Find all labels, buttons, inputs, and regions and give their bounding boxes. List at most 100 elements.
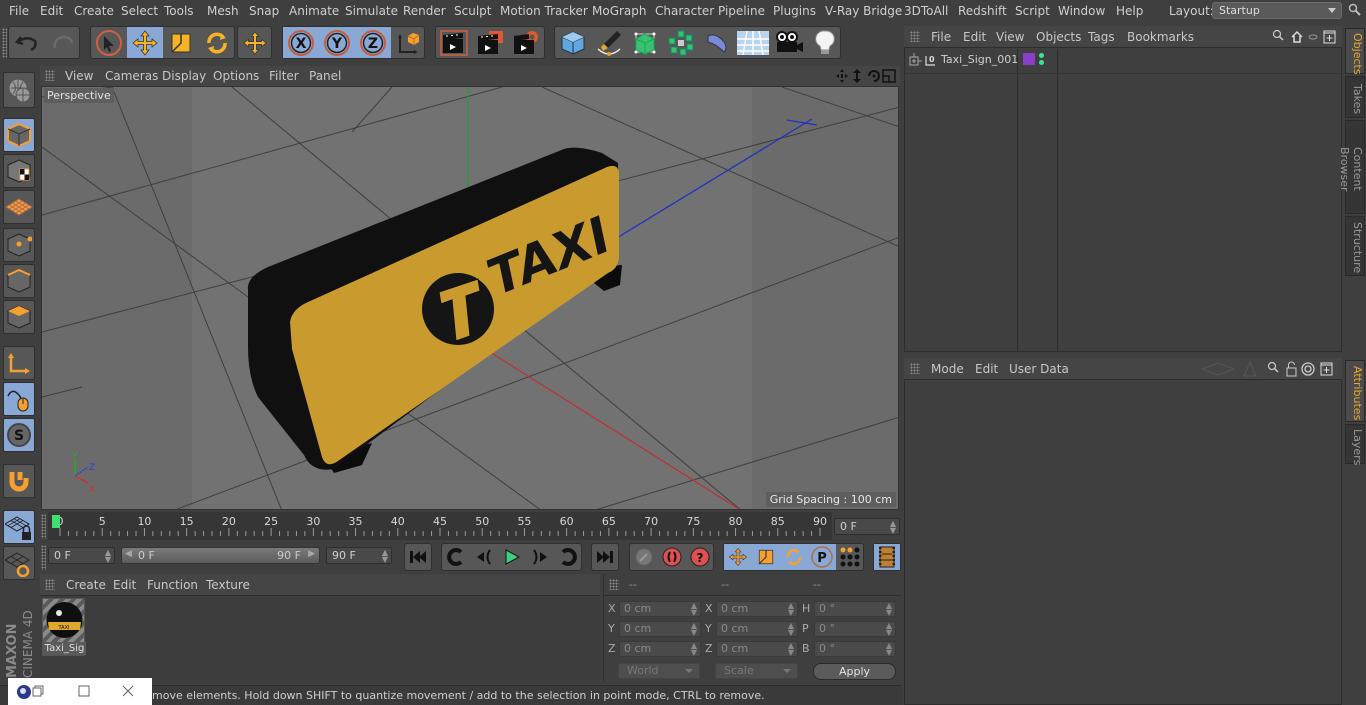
menu-plugins[interactable]: Plugins <box>773 4 816 18</box>
toolbar-grip[interactable] <box>2 28 7 58</box>
range-right-arrow-icon[interactable]: ▶ <box>308 549 315 559</box>
workplane-mode-button[interactable] <box>3 190 35 224</box>
cube-button[interactable] <box>555 27 591 58</box>
objects-menu-view[interactable]: View <box>996 30 1024 44</box>
menu-redshift[interactable]: Redshift <box>958 4 1007 18</box>
playback-grip[interactable] <box>41 545 46 570</box>
panel-grip[interactable] <box>910 31 920 42</box>
coordinate-space-dropdown[interactable]: World <box>618 663 700 679</box>
minimized-window[interactable] <box>8 678 152 705</box>
floor-button[interactable] <box>735 27 771 58</box>
menu-render[interactable]: Render <box>403 4 446 18</box>
position-field[interactable]: 0 cm ▲ ▼ <box>619 641 701 657</box>
x-axis-lock-button[interactable]: X <box>283 27 319 58</box>
play-button[interactable] <box>498 544 526 570</box>
undo-button[interactable] <box>9 27 45 58</box>
workplane-align-button[interactable] <box>3 546 35 580</box>
material-menu-edit[interactable]: Edit <box>113 578 136 592</box>
axis-mode-button[interactable] <box>3 346 35 380</box>
size-field[interactable]: 0 cm ▲ ▼ <box>716 641 798 657</box>
render-settings-button[interactable] <box>508 27 544 58</box>
expand-icon[interactable] <box>909 53 922 66</box>
maximize-icon[interactable] <box>78 685 90 697</box>
objects-menu-file[interactable]: File <box>931 30 951 44</box>
next-key-button[interactable] <box>554 544 582 570</box>
tweak-mode-button[interactable] <box>3 382 35 416</box>
lock-icon[interactable] <box>1286 361 1297 377</box>
camera-button[interactable] <box>771 27 807 58</box>
3d-viewport[interactable]: TAXI Y Z X Perspective Grid Spacing : 10… <box>41 86 899 510</box>
attributes-menu-edit[interactable]: Edit <box>975 362 998 376</box>
autokeying-button[interactable] <box>658 544 686 570</box>
menu-motion-tracker[interactable]: Motion Tracker <box>500 4 588 18</box>
current-frame-field[interactable]: 0 F ▲ ▼ <box>834 518 900 535</box>
object-name[interactable]: Taxi_Sign_001 <box>941 53 1018 66</box>
material-item[interactable]: TAXI Taxi_Sig <box>42 598 86 656</box>
menu-script[interactable]: Script <box>1015 4 1050 18</box>
move-tool-button[interactable] <box>127 27 163 58</box>
menu-help[interactable]: Help <box>1116 4 1143 18</box>
menu-snap[interactable]: Snap <box>249 4 279 18</box>
spinner-icon[interactable]: ▲ ▼ <box>886 642 892 657</box>
render-picture-viewer-button[interactable] <box>472 27 508 58</box>
range-left-arrow-icon[interactable]: ◀ <box>125 549 132 559</box>
end-frame-field[interactable]: 90 F ▲ ▼ <box>326 547 392 564</box>
restore-icon[interactable] <box>32 685 44 697</box>
model-mode-button[interactable] <box>3 118 35 152</box>
spinner-icon[interactable]: ▲ ▼ <box>788 622 794 637</box>
menu-mograph[interactable]: MoGraph <box>592 4 647 18</box>
menu-tools[interactable]: Tools <box>164 4 194 18</box>
subdivision-button[interactable] <box>627 27 663 58</box>
panel-grip[interactable] <box>609 579 619 590</box>
close-icon[interactable] <box>122 685 134 697</box>
tab-layers[interactable]: Layers <box>1345 424 1365 465</box>
redo-button[interactable] <box>45 27 81 58</box>
key-point-level-button[interactable] <box>836 544 864 570</box>
menu-sculpt[interactable]: Sculpt <box>454 4 491 18</box>
menu-pipeline[interactable]: Pipeline <box>718 4 765 18</box>
attributes-menu-mode[interactable]: Mode <box>931 362 964 376</box>
edges-mode-button[interactable] <box>3 264 35 298</box>
spinner-icon[interactable]: ▲ ▼ <box>788 642 794 657</box>
spinner-icon[interactable]: ▲ ▼ <box>382 549 388 564</box>
timeline-playhead[interactable] <box>52 515 60 528</box>
viewport-menu-display[interactable]: Display <box>162 69 206 83</box>
viewport-menu-panel[interactable]: Panel <box>309 69 341 83</box>
objects-menu-edit[interactable]: Edit <box>963 30 986 44</box>
rotation-field[interactable]: 0 ° ▲ ▼ <box>814 601 896 617</box>
previous-frame-button[interactable] <box>470 544 498 570</box>
live-selection-button[interactable] <box>91 27 127 58</box>
previous-key-button[interactable] <box>442 544 470 570</box>
go-to-start-button[interactable] <box>405 544 431 570</box>
workplane-lock-button[interactable] <box>3 510 35 544</box>
render-view-button[interactable] <box>436 27 472 58</box>
camera-label[interactable]: Perspective <box>44 88 114 103</box>
key-position-button[interactable] <box>724 544 752 570</box>
z-axis-lock-button[interactable]: Z <box>355 27 391 58</box>
rotate-tool-button[interactable] <box>199 27 235 58</box>
spinner-icon[interactable]: ▲ ▼ <box>691 642 697 657</box>
points-mode-button[interactable] <box>3 228 35 262</box>
pen-button[interactable] <box>591 27 627 58</box>
coordinate-mode-dropdown[interactable]: Scale <box>715 663 798 679</box>
menu-3dtoall[interactable]: 3DToAll <box>904 4 948 18</box>
maximize-view-icon[interactable] <box>882 69 896 83</box>
home-icon[interactable] <box>1291 30 1303 43</box>
editor-visibility-dot[interactable] <box>1039 53 1044 58</box>
target-icon[interactable] <box>1301 362 1315 376</box>
panel-grip[interactable] <box>45 579 55 590</box>
panel-grip[interactable] <box>910 363 920 374</box>
rotation-field[interactable]: 0 ° ▲ ▼ <box>814 641 896 657</box>
search-icon[interactable] <box>1267 361 1279 373</box>
size-field[interactable]: 0 cm ▲ ▼ <box>716 621 798 637</box>
key-scale-button[interactable] <box>752 544 780 570</box>
rotation-field[interactable]: 0 ° ▲ ▼ <box>814 621 896 637</box>
next-frame-button[interactable] <box>526 544 554 570</box>
menu-edit[interactable]: Edit <box>40 4 63 18</box>
tab-objects[interactable]: Objects <box>1345 28 1365 75</box>
make-editable-button[interactable] <box>3 72 35 108</box>
spinner-icon[interactable]: ▲ ▼ <box>105 549 111 564</box>
snap-button[interactable] <box>3 464 35 498</box>
visibility-icon[interactable] <box>1308 34 1318 40</box>
tab-attributes[interactable]: Attributes <box>1345 360 1365 422</box>
